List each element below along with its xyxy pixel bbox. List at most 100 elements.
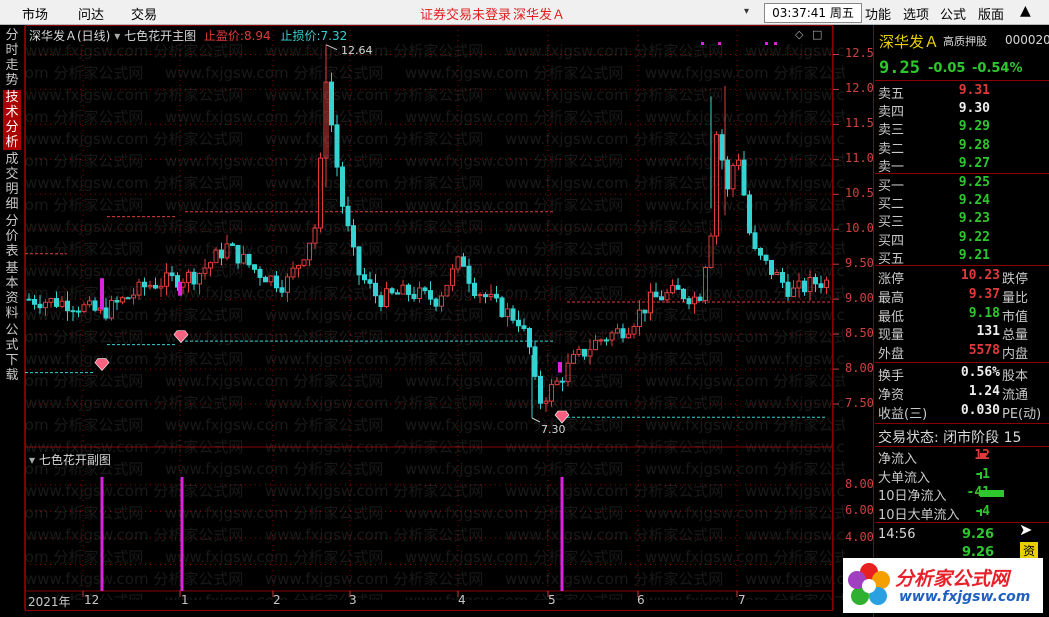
square-icon[interactable]: □ xyxy=(812,28,822,41)
row-label-2: 市值 xyxy=(1002,309,1029,325)
candle-body xyxy=(692,296,697,305)
candle-body xyxy=(571,353,576,364)
menu-trade[interactable]: 交易 xyxy=(131,4,157,23)
indicator-dropdown-icon[interactable]: ▾ xyxy=(114,29,120,43)
tab-trade-detail[interactable]: 成交明细 xyxy=(3,152,21,212)
candle-body xyxy=(356,246,362,276)
candle-body xyxy=(378,295,384,307)
candle-body xyxy=(120,297,125,303)
candle-body xyxy=(527,328,532,348)
row-label-2: 股本 xyxy=(1002,369,1029,384)
tab-formula-download[interactable]: 公式下载 xyxy=(3,323,21,383)
candle-body xyxy=(466,265,472,284)
pledge-tag[interactable]: 高质押股 xyxy=(943,33,987,49)
menu-wenda[interactable]: 问达 xyxy=(78,4,104,23)
x-tick-mar: 3 xyxy=(349,593,357,607)
row-value: 9.30 xyxy=(958,101,990,117)
candle-body xyxy=(631,325,637,335)
candle-body xyxy=(455,256,461,270)
low-leader-line xyxy=(531,417,541,423)
login-status[interactable]: 证券交易未登录 xyxy=(420,4,511,23)
candle-body xyxy=(147,284,153,288)
candle-body xyxy=(351,225,356,248)
candle-body xyxy=(582,348,587,357)
candle-body xyxy=(725,159,730,190)
candle-body xyxy=(125,297,131,300)
row-label-2: PE(动) xyxy=(1002,406,1042,422)
stat-row-2: 净资 1.24 流通 xyxy=(878,384,1038,403)
candle-body xyxy=(532,346,538,377)
signal-candle xyxy=(178,281,182,296)
candle-body xyxy=(554,380,560,386)
candle-body xyxy=(389,288,395,294)
x-tick-feb: 2 xyxy=(273,593,281,607)
ask-row: 卖二 9.28 xyxy=(878,138,1038,157)
candle-body xyxy=(153,284,158,289)
candle-body xyxy=(461,256,466,267)
candle-body xyxy=(785,281,791,297)
tab-price-table[interactable]: 分价表 xyxy=(3,214,21,259)
price-change-pct: -0.54% xyxy=(972,61,1023,76)
candle-body xyxy=(686,298,692,305)
candle-body xyxy=(736,159,741,167)
candle-body xyxy=(268,275,274,283)
side-tabs: 分时走势 技术分析 成交明细 分价表 基本资料 公式下载 xyxy=(0,26,25,610)
ask-row: 卖一 9.27 xyxy=(878,156,1038,175)
tab-intraday[interactable]: 分时走势 xyxy=(3,28,21,88)
stock-code: 000020 xyxy=(1005,33,1049,47)
row-value: -4 xyxy=(974,503,990,519)
diamond-icon[interactable]: ◇ xyxy=(795,28,803,41)
menu-market[interactable]: 市场 xyxy=(22,4,48,23)
candle-body xyxy=(224,243,230,259)
candle-body xyxy=(626,333,631,339)
low-annotation: 7.30 xyxy=(541,423,566,436)
candle-body xyxy=(472,282,477,297)
flower-logo-icon xyxy=(848,563,890,605)
candle-body xyxy=(538,375,543,404)
row-label: 现量 xyxy=(878,328,905,344)
tab-fundamentals[interactable]: 基本资料 xyxy=(3,261,21,321)
menu-layout[interactable]: 版面 xyxy=(978,4,1004,23)
flow-row: 10日净流入 -41 xyxy=(878,485,1038,504)
bid-row: 买四 9.22 xyxy=(878,230,1038,249)
candle-body xyxy=(340,166,345,207)
row-value: 0.030 xyxy=(960,402,1000,418)
candle-body xyxy=(703,267,708,302)
takeprofit-label: 止盈价: xyxy=(203,29,244,43)
candle-body xyxy=(763,254,769,261)
menu-options[interactable]: 选项 xyxy=(903,4,929,23)
sub-indicator-name[interactable]: 七色花开副图 xyxy=(39,453,111,467)
menu-function[interactable]: 功能 xyxy=(865,4,891,23)
candle-body xyxy=(659,296,664,301)
candle-body xyxy=(719,134,725,161)
candle-body xyxy=(246,253,252,266)
high-leader-line xyxy=(325,44,338,51)
collapse-arrow-icon[interactable]: ▲ xyxy=(1020,3,1031,19)
kline-chart[interactable] xyxy=(25,25,873,612)
stat-row: 现量 131 总量 xyxy=(878,324,1038,344)
candle-body xyxy=(807,277,813,293)
candle-body xyxy=(279,287,285,293)
candle-body xyxy=(637,309,642,327)
row-label: 净流入 xyxy=(878,452,918,467)
sub-indicator-dropdown-icon[interactable]: ▾ xyxy=(29,453,35,467)
candle-body xyxy=(373,282,378,297)
candle-body xyxy=(59,300,65,307)
main-indicator-name[interactable]: 七色花开主图 xyxy=(124,29,196,43)
candle-body xyxy=(169,272,175,277)
candle-body xyxy=(664,292,670,301)
menu-formula[interactable]: 公式 xyxy=(940,4,966,23)
candle-body xyxy=(802,280,807,293)
flow-bar xyxy=(980,453,986,459)
flow-bar xyxy=(980,490,1004,498)
chevron-down-icon[interactable]: ▾ xyxy=(744,6,749,17)
candle-body xyxy=(796,280,802,289)
candle-body xyxy=(384,288,389,307)
tab-technical[interactable]: 技术分析 xyxy=(3,90,21,150)
row-label: 最低 xyxy=(878,309,905,325)
candle-body xyxy=(285,276,290,293)
row-value: 9.31 xyxy=(958,83,990,98)
candle-body xyxy=(752,232,758,249)
candle-body xyxy=(395,292,400,295)
candle-body xyxy=(422,287,428,292)
